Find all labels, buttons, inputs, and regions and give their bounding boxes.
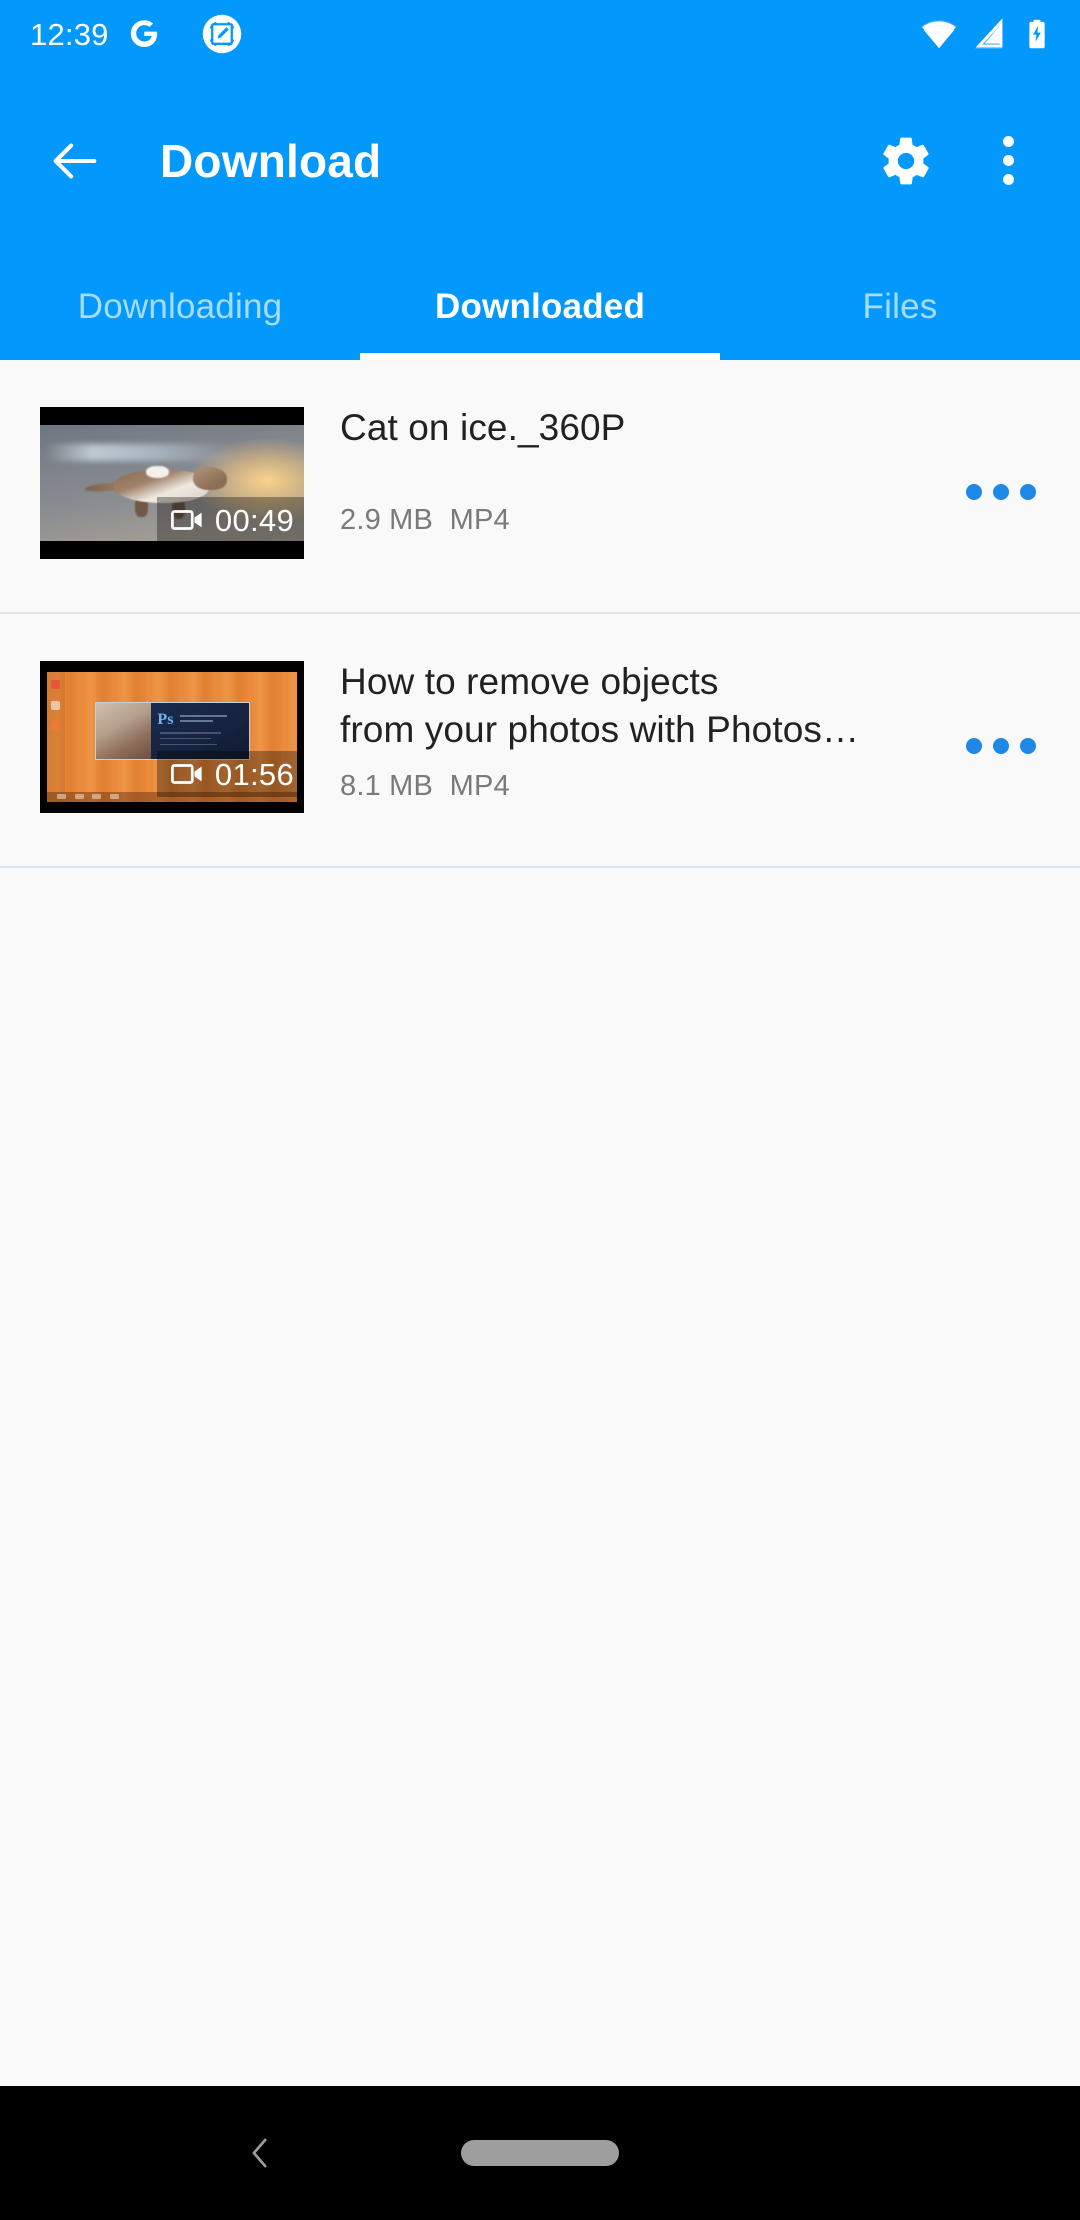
gear-icon xyxy=(883,137,929,184)
list-item[interactable]: 00:49 Cat on ice._360P 2.9 MB MP4 xyxy=(0,360,1080,614)
thumbnail-detail xyxy=(47,672,65,802)
item-size: 8.1 MB xyxy=(340,770,434,802)
status-bar-right xyxy=(920,15,1054,53)
thumbnail-detail xyxy=(145,465,170,479)
list-divider xyxy=(0,866,1080,868)
duration-text: 01:56 xyxy=(214,756,294,792)
item-size: 2.9 MB xyxy=(340,504,434,536)
thumbnail-detail xyxy=(109,794,119,800)
thumbnail-detail xyxy=(160,732,222,734)
item-format: MP4 xyxy=(449,770,510,802)
chevron-left-icon xyxy=(252,2138,267,2168)
more-dot xyxy=(993,738,1009,754)
more-dot xyxy=(966,484,982,500)
item-title: Cat on ice._360P xyxy=(340,407,626,448)
item-meta: 2.9 MB MP4 xyxy=(340,504,948,537)
overflow-dot xyxy=(1002,136,1014,147)
system-home-pill[interactable] xyxy=(461,2140,619,2166)
status-bar: 12:39 xyxy=(0,0,1080,68)
status-bar-clock: 12:39 xyxy=(30,16,109,52)
system-back-button[interactable] xyxy=(200,2086,320,2220)
overflow-dot xyxy=(1002,155,1014,166)
overflow-menu-button[interactable] xyxy=(976,129,1040,193)
tab-downloading[interactable]: Downloading xyxy=(0,253,360,360)
screenshot-markup-icon xyxy=(202,14,241,54)
thumbnail-detail xyxy=(50,700,60,710)
item-meta: 8.1 MB MP4 xyxy=(340,770,948,803)
back-button[interactable] xyxy=(44,130,106,192)
item-text-block: Cat on ice._360P 2.9 MB MP4 xyxy=(304,360,958,537)
app-bar-actions xyxy=(874,129,1040,193)
google-g-icon xyxy=(130,20,157,47)
more-dot xyxy=(966,738,982,754)
thumbnail-detail xyxy=(50,679,60,689)
video-thumbnail[interactable]: Ps 01:56 xyxy=(40,661,304,813)
thumbnail-detail xyxy=(179,715,227,718)
thumbnail-detail xyxy=(57,794,66,800)
tab-downloading-label: Downloading xyxy=(77,286,283,326)
tab-active-indicator xyxy=(360,353,720,360)
thumbnail-detail xyxy=(74,794,84,800)
duration-text: 00:49 xyxy=(214,502,294,538)
battery-charging-icon xyxy=(1029,19,1045,49)
status-bar-left: 12:39 xyxy=(30,13,243,55)
thumbnail-detail xyxy=(95,702,151,760)
tab-files[interactable]: Files xyxy=(720,253,1080,360)
more-dot xyxy=(993,484,1009,500)
video-thumbnail[interactable]: 00:49 xyxy=(40,407,304,559)
overflow-dot xyxy=(1002,174,1014,185)
item-text-block: How to remove objects from your photos w… xyxy=(304,614,958,803)
app-bar: Download xyxy=(0,68,1080,253)
thumbnail-detail xyxy=(193,466,228,490)
tab-bar: Downloading Downloaded Files xyxy=(0,253,1080,360)
item-more-button[interactable] xyxy=(958,738,1044,754)
list-item[interactable]: Ps 01:56 How to remove objects from your… xyxy=(0,614,1080,868)
tab-files-label: Files xyxy=(862,286,938,326)
video-camera-icon xyxy=(170,510,202,530)
page-title: Download xyxy=(160,134,382,187)
downloaded-list: 00:49 Cat on ice._360P 2.9 MB MP4 Ps 01:… xyxy=(0,360,1080,2086)
more-dot xyxy=(1020,738,1036,754)
thumbnail-detail xyxy=(160,743,218,746)
settings-button[interactable] xyxy=(874,129,938,193)
more-dot xyxy=(1020,484,1036,500)
item-format: MP4 xyxy=(449,504,510,536)
thumbnail-detail: Ps xyxy=(157,710,174,728)
wifi-icon xyxy=(921,20,957,49)
duration-badge: 00:49 xyxy=(156,497,304,543)
cellular-signal-icon xyxy=(974,18,1003,49)
thumbnail-detail xyxy=(45,443,236,461)
arrow-left-icon xyxy=(53,142,97,179)
thumbnail-detail xyxy=(179,720,214,723)
tab-downloaded-label: Downloaded xyxy=(434,286,646,326)
item-more-button[interactable] xyxy=(958,484,1044,500)
video-camera-icon xyxy=(170,764,202,784)
thumbnail-detail xyxy=(160,737,212,740)
system-navigation-bar xyxy=(0,2086,1080,2220)
duration-badge: 01:56 xyxy=(156,751,304,797)
thumbnail-detail xyxy=(50,721,60,731)
item-title: How to remove objects from your photos w… xyxy=(340,661,860,750)
thumbnail-detail xyxy=(92,794,101,800)
tab-downloaded[interactable]: Downloaded xyxy=(360,253,720,360)
